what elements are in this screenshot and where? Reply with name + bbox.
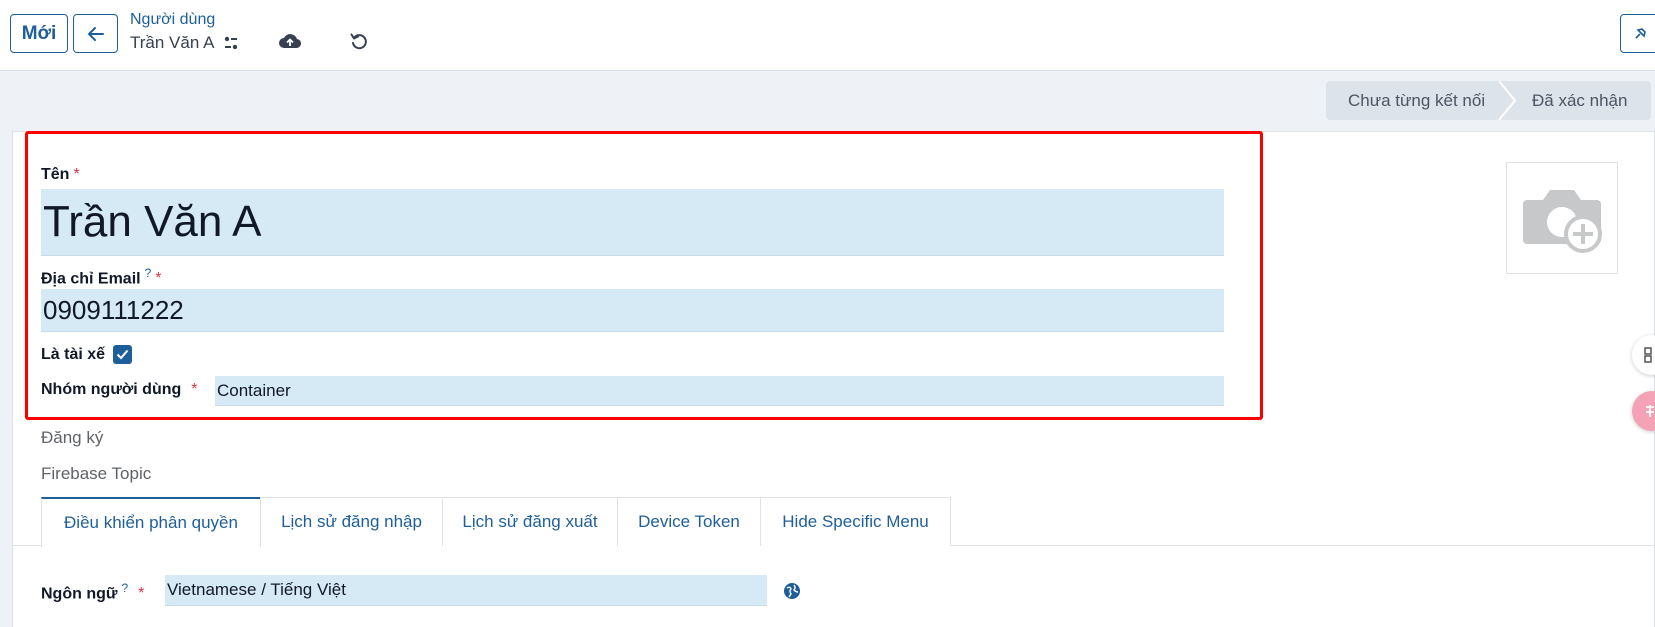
driver-label: Là tài xế [41,346,106,363]
language-help-icon[interactable]: ? [121,581,128,595]
email-help-icon[interactable]: ? [145,266,152,280]
required-mark: * [73,166,80,183]
firebase-topic-label: Firebase Topic [41,464,152,483]
new-button[interactable]: Mới [10,14,68,53]
arrow-left-icon [87,26,104,41]
name-label: Tên * [41,166,80,183]
undo-icon [350,33,367,50]
driver-checkbox[interactable] [113,345,132,364]
breadcrumb-parent[interactable]: Người dùng [130,11,215,29]
email-input[interactable]: 0909111222 [41,289,1224,332]
stage-separator-icon [1498,81,1517,120]
status-stage-never-connected[interactable]: Chưa từng kết nối [1326,81,1506,120]
control-panel: Mới Người dùng Trần Văn A [0,0,1655,71]
breadcrumb-current: Trần Văn A [130,33,239,53]
tab-hide-specific-menu[interactable]: Hide Specific Menu [760,497,951,546]
discard-button[interactable] [345,27,373,55]
user-group-select[interactable]: Container [215,376,1224,406]
user-group-label: Nhóm người dùng * [41,381,198,398]
tab-access-control[interactable]: Điều khiển phân quyền [41,497,261,547]
gear-icon[interactable] [223,35,239,51]
email-label: Địa chỉ Email? * [41,266,162,288]
register-label: Đăng ký [41,428,104,447]
required-mark: * [155,270,162,288]
pin-icon [1635,27,1646,39]
language-select[interactable]: Vietnamese / Tiếng Việt [165,575,767,606]
check-icon [116,349,129,360]
required-mark: * [138,585,145,603]
tab-logout-history[interactable]: Lịch sử đăng xuất [442,497,618,546]
save-cloud-button[interactable] [276,27,304,55]
tab-login-history[interactable]: Lịch sử đăng nhập [260,497,443,546]
status-stage-confirmed[interactable]: Đã xác nhận [1506,81,1651,120]
record-title: Trần Văn A [130,33,215,52]
language-label: Ngôn ngữ? * [41,581,145,603]
translate-icon [1646,405,1654,417]
name-input[interactable]: Trần Văn A [41,189,1224,256]
back-button[interactable] [73,14,118,53]
cloud-upload-icon [279,34,301,49]
avatar-upload[interactable] [1506,162,1618,274]
required-mark: * [191,381,198,398]
grid-icon [1644,347,1652,363]
globe-icon[interactable] [783,582,801,600]
tab-device-token[interactable]: Device Token [617,497,761,546]
camera-plus-icon [1523,190,1602,253]
pin-button[interactable] [1620,14,1655,53]
